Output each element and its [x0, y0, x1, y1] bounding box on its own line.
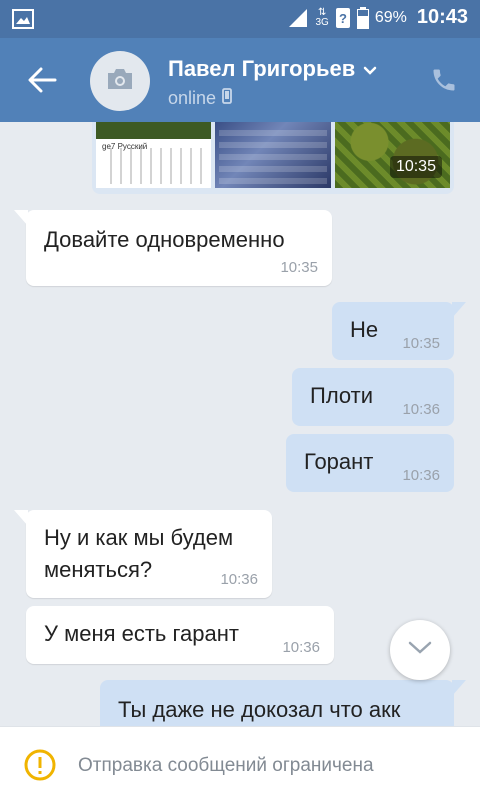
chevron-down-icon [363, 56, 377, 82]
message-time: 10:36 [282, 639, 320, 656]
contact-name[interactable]: Павел Григорьев [168, 56, 377, 82]
chat-header: Павел Григорьев online [0, 38, 480, 122]
contact-name-text: Павел Григорьев [168, 56, 356, 81]
gallery-icon [12, 9, 34, 34]
outgoing-message[interactable]: Плоти 10:36 [292, 368, 454, 426]
photo-attachment-group[interactable]: ge7 Русский 10:35 [92, 122, 454, 194]
outgoing-message[interactable]: Ты даже не докозал что акк [100, 680, 466, 726]
svg-text:?: ? [339, 11, 347, 26]
message-time: 10:36 [220, 571, 258, 588]
restriction-notice: Отправка сообщений ограничена [78, 755, 374, 776]
incoming-message[interactable]: У меня есть гарант 10:36 [26, 606, 334, 664]
message-text: Ты даже не докозал что акк [118, 697, 401, 722]
message-time: 10:36 [402, 401, 440, 418]
clock: 10:43 [416, 6, 468, 28]
back-arrow-icon[interactable] [24, 64, 60, 96]
online-status: online [168, 88, 217, 108]
message-text-line: Ну и как мы будем [44, 525, 234, 550]
outgoing-message[interactable]: Не 10:35 [332, 302, 466, 360]
status-bar: ⇅ 3G ? 69% 10:43 [0, 0, 480, 38]
battery-icon [356, 6, 369, 29]
chevron-down-icon [407, 640, 433, 661]
message-time: 10:35 [402, 335, 440, 352]
scroll-down-button[interactable] [390, 620, 450, 680]
photo-thumbnail[interactable]: 10:35 [334, 122, 450, 188]
data-arrows-icon: ⇅ 3G [315, 6, 329, 28]
network-type: 3G [315, 16, 329, 28]
sim-unknown-icon: ? [335, 7, 351, 29]
message-time: 10:35 [389, 156, 442, 178]
message-text-line: меняться? [44, 557, 153, 582]
camera-icon [105, 67, 135, 96]
message-text: Горант [304, 449, 374, 474]
message-time: 10:36 [402, 467, 440, 484]
message-text: У меня есть гарант [44, 621, 239, 646]
phone-call-icon[interactable] [430, 66, 458, 99]
message-text: Довайте одновременно [44, 227, 285, 252]
contact-status: online [168, 88, 232, 109]
message-text: Плоти [310, 383, 374, 408]
incoming-message[interactable]: Ну и как мы будем меняться? 10:36 [14, 510, 272, 598]
restriction-bar: Отправка сообщений ограничена [0, 726, 480, 800]
photo-thumbnail[interactable]: ge7 Русский [96, 122, 212, 188]
warning-icon [24, 749, 56, 786]
message-time: 10:35 [280, 259, 318, 276]
mobile-phone-icon [222, 88, 232, 109]
photo-caption: ge7 Русский [102, 142, 148, 151]
signal-icon [287, 7, 309, 29]
message-list[interactable]: ge7 Русский 10:35 Довайте одновременно 1… [0, 122, 480, 726]
message-text: Не [350, 317, 379, 342]
avatar[interactable] [90, 51, 150, 111]
incoming-message[interactable]: Довайте одновременно 10:35 [14, 210, 332, 286]
battery-percent: 69% [374, 8, 407, 26]
outgoing-message[interactable]: Горант 10:36 [286, 434, 454, 492]
photo-thumbnail[interactable] [215, 122, 331, 188]
